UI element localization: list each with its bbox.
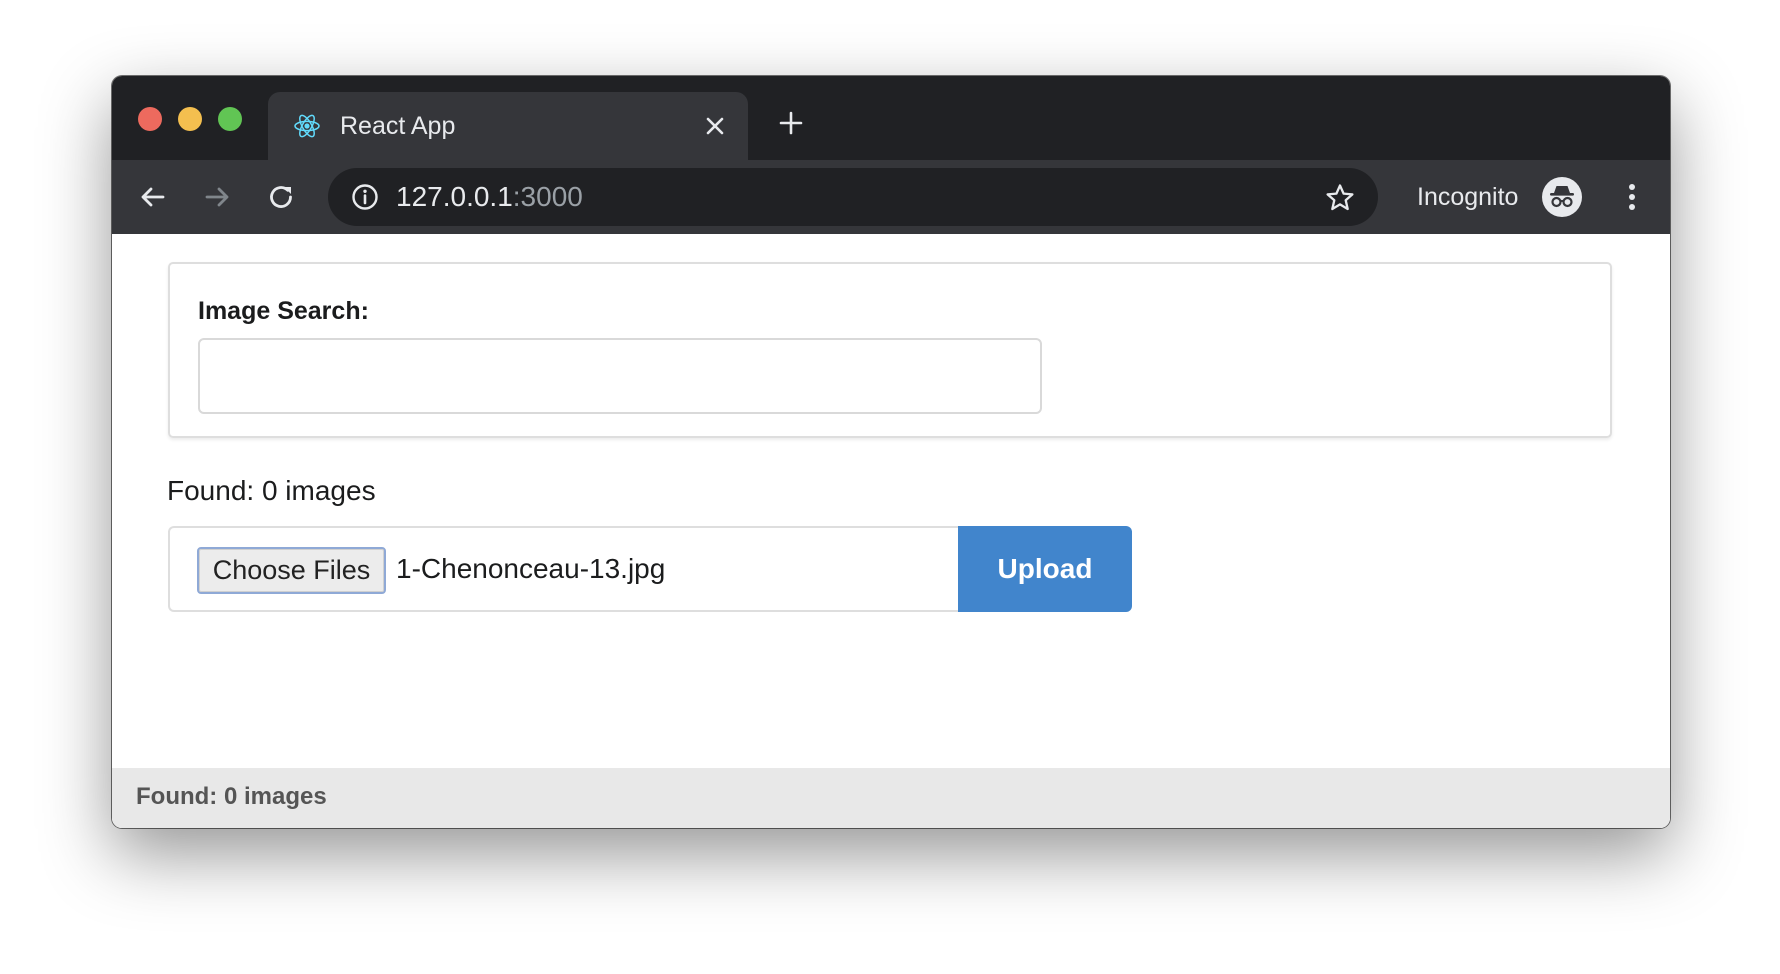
address-url: 127.0.0.1:3000 [396,180,583,214]
upload-button[interactable]: Upload [958,526,1132,612]
more-vertical-icon[interactable] [1624,178,1640,216]
tab-react-app[interactable]: React App [268,92,748,160]
browser-toolbar: 127.0.0.1:3000 Incognito [112,160,1670,234]
minimize-window-button[interactable] [178,107,202,131]
address-bar[interactable]: 127.0.0.1:3000 [328,168,1378,226]
tab-strip: React App [112,76,1670,160]
footer-status-text: Found: 0 images [136,783,327,810]
zoom-window-button[interactable] [218,107,242,131]
address-host: 127.0.0.1 [396,181,513,212]
close-icon[interactable] [700,111,730,141]
file-input[interactable]: Choose Files 1-Chenonceau-13.jpg [168,526,958,612]
tab-title: React App [340,112,456,140]
browser-window: React App 127.0.0.1:3000 Incognito Image… [112,76,1670,828]
page-content: Image Search: Found: 0 images Choose Fil… [112,234,1670,828]
arrow-left-icon[interactable] [136,180,170,214]
choose-files-button[interactable]: Choose Files [197,547,386,594]
arrow-right-icon[interactable] [200,180,234,214]
incognito-icon[interactable] [1542,177,1582,217]
plus-icon[interactable] [776,108,806,138]
star-icon[interactable] [1324,182,1356,214]
status-footer: Found: 0 images [112,768,1670,828]
react-logo-icon [292,111,322,141]
reload-icon[interactable] [264,180,298,214]
search-card: Image Search: [168,262,1612,438]
incognito-label: Incognito [1417,183,1519,211]
info-icon[interactable] [350,182,380,212]
address-port: :3000 [512,181,583,212]
found-count-text: Found: 0 images [167,475,376,506]
upload-form: Choose Files 1-Chenonceau-13.jpg Upload [168,526,1132,612]
selected-file-name: 1-Chenonceau-13.jpg [396,553,666,584]
search-label: Image Search: [198,297,369,325]
close-window-button[interactable] [138,107,162,131]
search-input[interactable] [198,338,1042,414]
